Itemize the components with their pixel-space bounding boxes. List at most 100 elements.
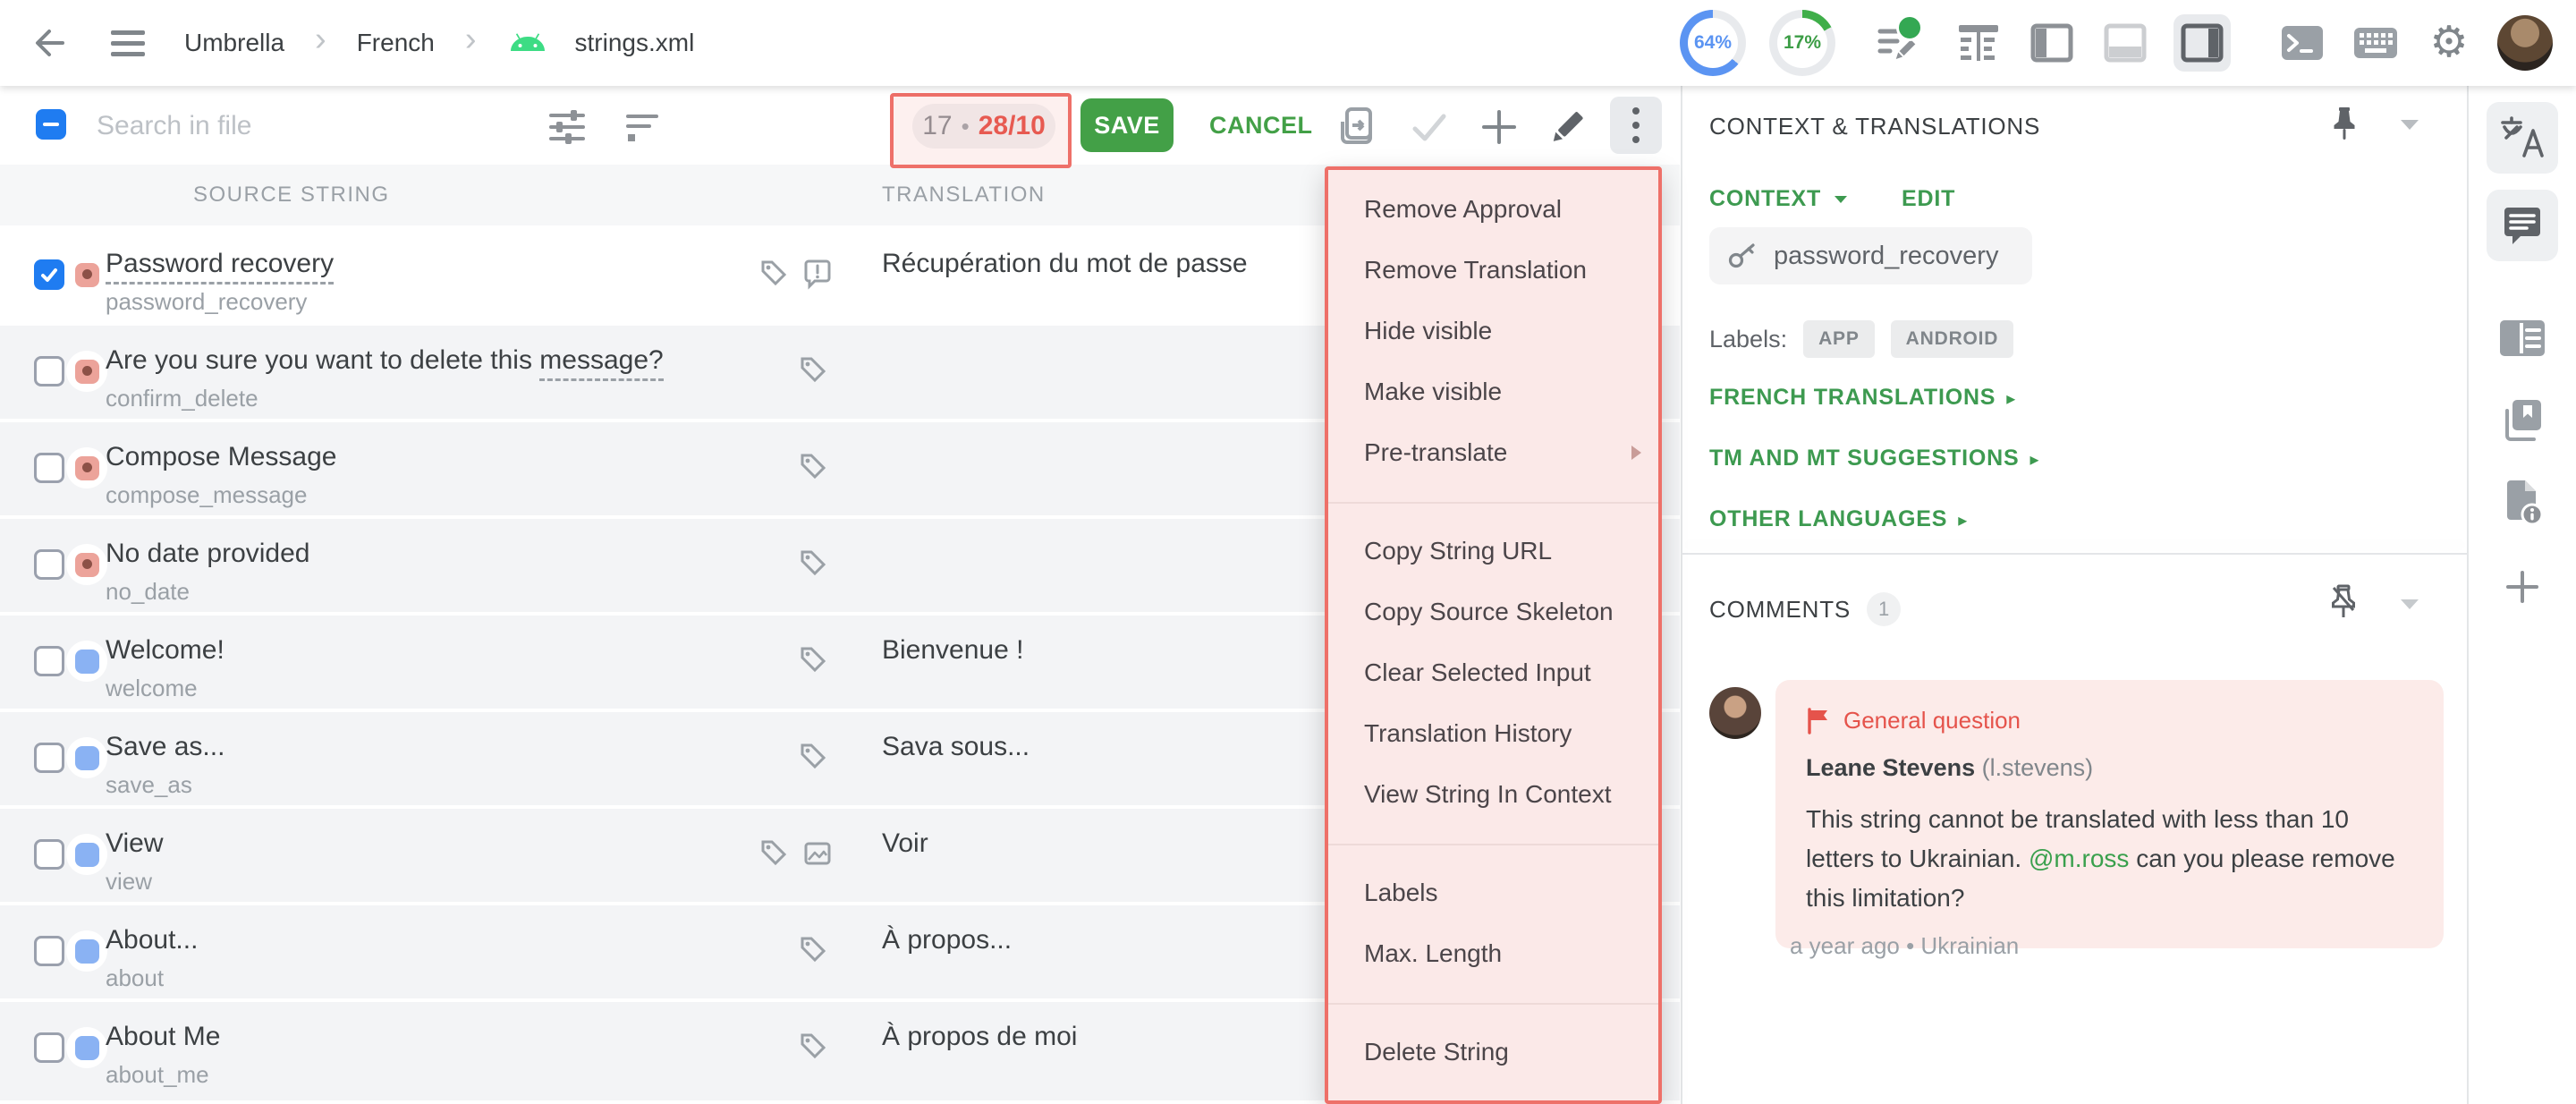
label-badge[interactable]: APP: [1803, 320, 1875, 358]
tag-icon[interactable]: [796, 739, 832, 775]
menu-item-labels[interactable]: Labels: [1328, 862, 1658, 923]
tag-icon[interactable]: [796, 449, 832, 485]
comment-body: This string cannot be translated with le…: [1806, 800, 2396, 918]
menu-item-remove-approval[interactable]: Remove Approval: [1328, 179, 1658, 240]
section-french-translations[interactable]: FRENCH TRANSLATIONS▸: [1709, 385, 2015, 411]
file-info-tab-icon[interactable]: [2487, 467, 2558, 539]
row-checkbox[interactable]: [34, 453, 64, 483]
breadcrumb-file[interactable]: strings.xml: [575, 29, 695, 57]
user-mention[interactable]: @m.ross: [2029, 845, 2129, 872]
chevron-right-icon: ›: [462, 39, 480, 47]
comment-author-avatar: [1709, 687, 1761, 739]
tag-icon[interactable]: [796, 932, 832, 968]
label-badge[interactable]: ANDROID: [1891, 320, 2014, 358]
menu-item-delete-string[interactable]: Delete String: [1328, 1022, 1658, 1083]
tag-icon[interactable]: [796, 1029, 832, 1065]
screenshot-icon[interactable]: [800, 836, 835, 871]
tag-icon[interactable]: [796, 352, 832, 388]
approved-progress-ring[interactable]: 17%: [1769, 10, 1835, 76]
chevron-down-icon[interactable]: [2399, 598, 2420, 610]
section-tm-mt-suggestions[interactable]: TM AND MT SUGGESTIONS▸: [1709, 446, 2038, 471]
tag-icon[interactable]: [757, 256, 792, 292]
panel-title: CONTEXT & TRANSLATIONS: [1709, 113, 2040, 140]
unpin-icon[interactable]: [2327, 583, 2360, 621]
breadcrumb-project[interactable]: Umbrella: [184, 29, 284, 57]
chevron-down-icon[interactable]: [2399, 118, 2420, 131]
comments-tab-icon[interactable]: [2487, 190, 2558, 261]
menu-item-max-length[interactable]: Max. Length: [1328, 923, 1658, 984]
row-checkbox[interactable]: [34, 1032, 64, 1063]
edit-context-link[interactable]: EDIT: [1902, 186, 1955, 212]
approve-check-icon[interactable]: [1406, 104, 1453, 150]
search-input[interactable]: [95, 104, 492, 149]
pin-icon[interactable]: [2329, 106, 2360, 141]
left-panel-view-icon[interactable]: [2027, 18, 2077, 68]
context-translations-panel: CONTEXT & TRANSLATIONS CONTEXT EDIT pass…: [1681, 86, 2467, 1104]
breadcrumb-language[interactable]: French: [357, 29, 435, 57]
bottom-panel-view-icon[interactable]: [2100, 18, 2150, 68]
filter-icon[interactable]: [623, 107, 662, 147]
row-checkbox[interactable]: [34, 259, 64, 290]
context-dropdown[interactable]: CONTEXT: [1709, 186, 1821, 212]
source-column-header: SOURCE STRING: [193, 183, 390, 208]
flag-icon: [1806, 708, 1831, 735]
crowdin-editor: Umbrella › French › strings.xml 64% 17%: [0, 0, 2576, 1104]
row-checkbox[interactable]: [34, 356, 64, 386]
top-bar: Umbrella › French › strings.xml 64% 17%: [0, 0, 2576, 86]
row-checkbox[interactable]: [34, 839, 64, 870]
more-actions-kebab-button[interactable]: [1610, 97, 1662, 154]
menu-item-remove-translation[interactable]: Remove Translation: [1328, 240, 1658, 301]
drafts-icon[interactable]: [1871, 18, 1921, 68]
advanced-filter-sliders-icon[interactable]: [547, 107, 587, 147]
right-panel-view-icon[interactable]: [2174, 14, 2231, 72]
labels-caption: Labels:: [1709, 326, 1787, 353]
notification-dot: [1896, 14, 1923, 41]
translate-tab-icon[interactable]: [2487, 102, 2558, 174]
add-panel-icon[interactable]: [2487, 551, 2558, 623]
status-translated-icon: [66, 641, 107, 682]
save-button[interactable]: SAVE: [1080, 98, 1174, 152]
section-divider: [1682, 553, 2467, 555]
tag-icon[interactable]: [796, 642, 832, 678]
row-checkbox[interactable]: [34, 646, 64, 676]
comment-author-name[interactable]: Leane Stevens: [1806, 754, 1975, 781]
terminal-icon[interactable]: [2277, 18, 2327, 68]
row-checkbox[interactable]: [34, 549, 64, 580]
keyboard-icon[interactable]: [2351, 18, 2401, 68]
issue-comment-icon[interactable]: [800, 256, 835, 292]
row-checkbox[interactable]: [34, 936, 64, 966]
edit-pencil-icon[interactable]: [1544, 104, 1590, 150]
settings-gear-icon[interactable]: ⚙: [2424, 18, 2474, 68]
tag-icon[interactable]: [796, 546, 832, 582]
menu-item-view-string-in-context[interactable]: View String In Context: [1328, 764, 1658, 825]
menu-item-clear-selected-input[interactable]: Clear Selected Input: [1328, 642, 1658, 703]
hamburger-menu-icon[interactable]: [111, 30, 145, 56]
row-checkbox[interactable]: [34, 743, 64, 773]
copy-translation-icon[interactable]: [1335, 104, 1381, 150]
back-arrow-icon[interactable]: [30, 24, 68, 62]
side-by-side-view-icon[interactable]: [1953, 18, 2004, 68]
context-card-tab-icon[interactable]: [2487, 302, 2558, 374]
cancel-button[interactable]: CANCEL: [1200, 98, 1322, 152]
user-avatar[interactable]: [2497, 15, 2553, 71]
section-other-languages[interactable]: OTHER LANGUAGES▸: [1709, 506, 1967, 532]
menu-item-copy-source-skeleton[interactable]: Copy Source Skeleton: [1328, 582, 1658, 642]
submenu-arrow-icon: [1630, 444, 1642, 462]
chevron-right-icon: ▸: [2006, 386, 2015, 410]
menu-item-make-visible[interactable]: Make visible: [1328, 361, 1658, 422]
menu-item-translation-history[interactable]: Translation History: [1328, 703, 1658, 764]
menu-item-copy-string-url[interactable]: Copy String URL: [1328, 521, 1658, 582]
comment-meta: a year ago • Ukrainian: [1790, 932, 2019, 960]
translated-progress-ring[interactable]: 64%: [1680, 10, 1746, 76]
tag-icon[interactable]: [757, 836, 792, 871]
translation-column-header: TRANSLATION: [882, 183, 1046, 208]
status-untranslated-icon: [66, 447, 107, 488]
menu-item-pre-translate[interactable]: Pre-translate: [1328, 422, 1658, 483]
status-translated-icon: [66, 834, 107, 875]
screenshots-tab-icon[interactable]: [2487, 385, 2558, 456]
menu-item-hide-visible[interactable]: Hide visible: [1328, 301, 1658, 361]
select-all-checkbox[interactable]: [36, 109, 66, 140]
android-icon: [507, 30, 548, 56]
add-string-icon[interactable]: [1476, 104, 1522, 150]
string-key-pill: password_recovery: [1709, 227, 2032, 284]
